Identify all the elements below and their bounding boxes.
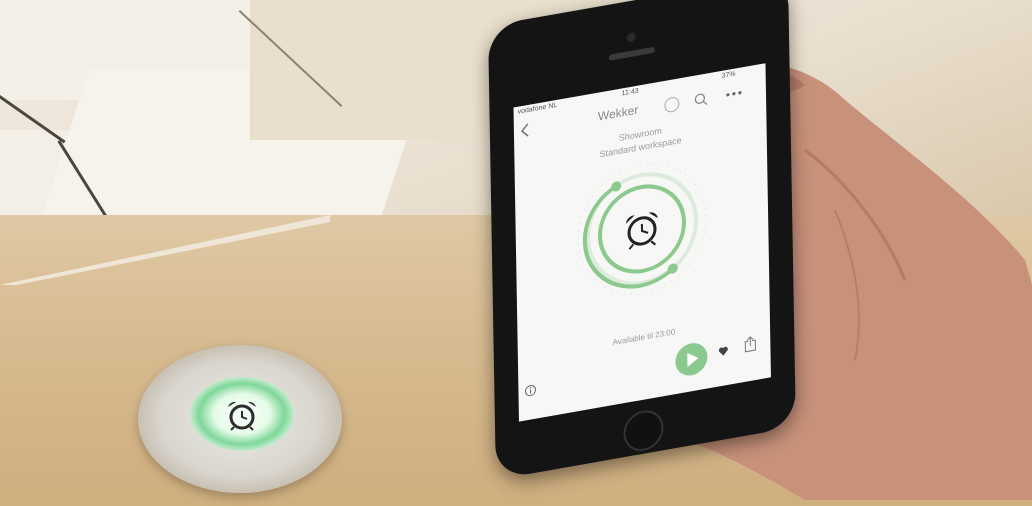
smartphone: vodafone NL 11:43 37% Wekker Showroom St… [488, 0, 796, 480]
time-label: 11:43 [621, 87, 639, 98]
info-icon[interactable] [524, 384, 536, 398]
share-icon[interactable] [744, 335, 756, 353]
app-screen: vodafone NL 11:43 37% Wekker Showroom St… [513, 63, 771, 422]
reservation-dial[interactable] [571, 147, 713, 311]
more-icon[interactable] [726, 90, 742, 97]
front-camera [626, 32, 636, 43]
availability-label: Available til 23:00 [612, 327, 676, 348]
page-title: Wekker [597, 102, 639, 124]
heart-icon[interactable] [718, 346, 728, 357]
profile-circle-icon[interactable] [664, 95, 680, 114]
photo-scene: vodafone NL 11:43 37% Wekker Showroom St… [0, 0, 1032, 506]
back-icon[interactable] [520, 123, 530, 139]
play-button[interactable] [674, 339, 709, 379]
search-icon[interactable] [694, 91, 708, 107]
battery-label: 37% [721, 70, 736, 80]
alarm-clock-icon [625, 212, 658, 250]
alarm-clock-icon [228, 401, 256, 431]
earpiece-speaker [608, 46, 655, 61]
home-button[interactable] [623, 407, 664, 455]
